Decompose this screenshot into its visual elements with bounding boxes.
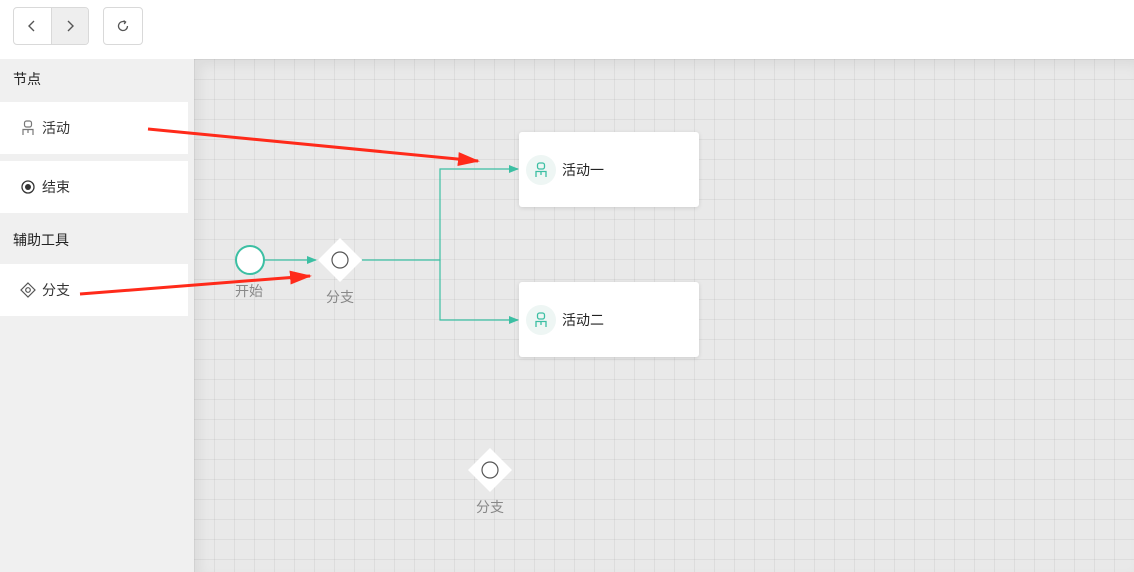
palette-item-branch[interactable]: 分支 xyxy=(0,264,188,316)
person-icon xyxy=(526,154,556,185)
node-palette-sidebar: 节点 活动 结束 辅助工具 分支 xyxy=(0,59,194,572)
diamond-icon xyxy=(20,282,36,298)
branch-node-label: 分支 xyxy=(326,290,354,306)
palette-item-label: 分支 xyxy=(42,283,70,299)
activity-node-label: 活动二 xyxy=(562,312,604,329)
refresh-icon xyxy=(117,20,129,32)
chevron-right-icon xyxy=(67,20,74,32)
end-circle-icon xyxy=(20,179,36,195)
palette-item-end[interactable]: 结束 xyxy=(0,161,188,213)
activity-node-1[interactable]: 活动一 xyxy=(519,132,699,207)
section-title-nodes: 节点 xyxy=(13,72,41,88)
palette-item-activity[interactable]: 活动 xyxy=(0,102,188,154)
history-button-group xyxy=(13,7,89,45)
branch-node-label: 分支 xyxy=(476,500,504,516)
back-button[interactable] xyxy=(14,8,51,44)
person-icon xyxy=(20,120,36,136)
activity-node-label: 活动一 xyxy=(562,162,604,179)
chevron-left-icon xyxy=(28,20,35,32)
palette-item-label: 活动 xyxy=(42,121,70,137)
toolbar xyxy=(0,0,1134,59)
palette-item-label: 结束 xyxy=(42,180,70,196)
activity-node-2[interactable]: 活动二 xyxy=(519,282,699,357)
refresh-button[interactable] xyxy=(103,7,143,45)
section-title-tools: 辅助工具 xyxy=(13,233,69,249)
start-node-label: 开始 xyxy=(235,284,263,300)
person-icon xyxy=(526,304,556,335)
forward-button[interactable] xyxy=(50,8,88,44)
